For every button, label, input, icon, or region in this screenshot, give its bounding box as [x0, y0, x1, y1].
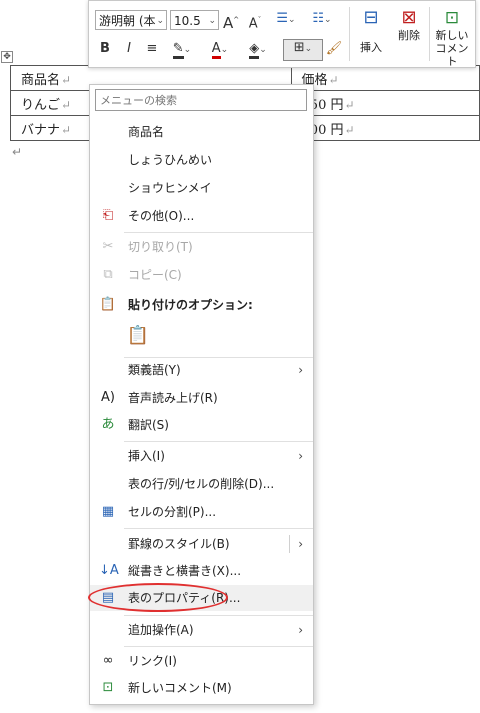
cell-end-mark: ↵ — [61, 97, 72, 112]
insert-table-icon: ⊟ — [363, 7, 379, 28]
table-cell[interactable]: 価格↵ — [290, 65, 480, 91]
menu-separator — [124, 615, 313, 616]
numbering-button[interactable]: ☷⌄ — [307, 11, 337, 28]
chevron-down-icon: ⌄ — [183, 45, 192, 55]
menu-item-paste-options: 📋 貼り付けのオプション: — [99, 297, 253, 312]
new-comment-icon: ⊡ — [444, 8, 460, 28]
menu-item-read-aloud[interactable]: A) 音声読み上げ(R) — [90, 385, 313, 411]
menu-separator — [124, 232, 313, 233]
paint-bucket-icon: ◈ — [249, 41, 260, 59]
menu-item-link[interactable]: ∞ リンク(I) — [90, 648, 313, 674]
annotation-ellipse — [88, 583, 228, 612]
menu-search-input[interactable] — [95, 89, 307, 111]
copy-icon: ⧉ — [103, 267, 113, 282]
chevron-down-icon: ⌄ — [156, 16, 164, 26]
scissors-icon: ✂ — [102, 239, 114, 254]
center-align-button[interactable]: ≡ — [143, 41, 161, 57]
mini-toolbar: 游明朝 (本 ⌄ 10.5 ⌄ A^ Aˇ ☰⌄ ☷⌄ B I ≡ ✎⌄ A⌄ ◈⌄… — [88, 0, 476, 68]
split-cells-icon: ▦ — [101, 504, 115, 519]
read-aloud-icon: A) — [101, 390, 115, 405]
chevron-down-icon: ⌄ — [259, 45, 267, 55]
font-size-select[interactable]: 10.5 ⌄ — [170, 10, 219, 30]
cell-end-mark: ↵ — [344, 97, 355, 112]
borders-icon: ⊞ — [293, 40, 305, 55]
menu-item-other[interactable]: ⎗ その他(O)... — [90, 203, 313, 229]
menu-item-reading-3[interactable]: ショウヒンメイ — [90, 175, 313, 201]
borders-button[interactable]: ⊞⌄ — [283, 39, 323, 61]
translate-icon: あ — [101, 417, 115, 432]
menu-separator — [124, 441, 313, 442]
menu-item-reading-2[interactable]: しょうひんめい — [90, 147, 313, 173]
bullet-list-icon: ☰ — [276, 11, 289, 26]
chevron-down-icon: ⌄ — [208, 16, 216, 26]
menu-item-insert[interactable]: 挿入(I) › — [90, 443, 313, 469]
highlight-color-button[interactable]: ✎⌄ — [167, 41, 197, 59]
cell-end-mark: ↵ — [61, 72, 72, 87]
menu-item-reading-1[interactable]: 商品名 — [90, 119, 313, 145]
table-move-handle[interactable]: ✥ — [1, 51, 13, 63]
paintbrush-icon: 🖌 — [325, 41, 343, 56]
cell-end-mark: ↵ — [328, 72, 339, 87]
caret-up-icon: ^ — [233, 16, 240, 24]
menu-item-text-direction[interactable]: ↓A 縦書きと横書き(X)... — [90, 558, 313, 584]
highlighter-icon: ✎ — [172, 41, 184, 59]
menu-item-new-comment[interactable]: ⊡ 新しいコメント(M) — [90, 675, 313, 701]
menu-separator — [124, 646, 313, 647]
menu-item-translate[interactable]: あ翻訳(S) — [90, 412, 313, 438]
bold-button[interactable]: B — [97, 41, 113, 57]
toolbar-separator — [429, 7, 430, 61]
menu-item-additional-actions[interactable]: 追加操作(A) › — [90, 617, 313, 643]
menu-item-copy[interactable]: ⧉ コピー(C) — [90, 262, 313, 288]
cell-end-mark: ↵ — [61, 122, 72, 137]
font-name-select[interactable]: 游明朝 (本 ⌄ — [95, 10, 167, 30]
paste-keep-format-button[interactable]: 📋 — [126, 323, 150, 349]
format-painter-button[interactable]: 🖌 — [325, 41, 343, 57]
cell-end-mark: ↵ — [344, 122, 355, 137]
menu-item-split-cells[interactable]: ▦ セルの分割(P)... — [90, 499, 313, 525]
context-menu: 商品名 しょうひんめい ショウヒンメイ ⎗その他(O)... ✂切り取り(T) … — [89, 84, 314, 705]
table-cell[interactable]: 100 円↵ — [290, 115, 480, 141]
chevron-down-icon: ⌄ — [220, 45, 229, 55]
grow-font-button[interactable]: A^ — [223, 12, 239, 31]
chevron-right-icon: › — [298, 623, 303, 637]
menu-item-synonyms[interactable]: 類義語(Y) › — [90, 357, 313, 383]
align-center-icon: ≡ — [146, 41, 158, 56]
delete-table-icon: ⊠ — [401, 7, 417, 28]
text-direction-icon: ↓A — [99, 563, 119, 578]
lookup-icon: ⎗ — [102, 208, 114, 223]
font-color-button[interactable]: A⌄ — [205, 41, 235, 59]
split-divider — [289, 535, 290, 553]
table-cell[interactable]: 150 円↵ — [290, 90, 480, 116]
menu-item-delete-cells[interactable]: 表の行/列/セルの削除(D)... — [90, 471, 313, 497]
chevron-down-icon: ⌄ — [324, 15, 332, 25]
chevron-right-icon: › — [298, 537, 303, 551]
numbered-list-icon: ☷ — [312, 11, 325, 26]
caret-down-icon: ˇ — [257, 16, 262, 24]
paste-icon: 📋 — [126, 325, 150, 346]
toolbar-separator — [349, 7, 350, 61]
chevron-right-icon: › — [298, 449, 303, 463]
delete-button[interactable]: ⊠ 削除 — [391, 7, 427, 43]
chevron-down-icon: ⌄ — [304, 44, 313, 54]
italic-button[interactable]: I — [121, 41, 137, 57]
chevron-right-icon: › — [298, 363, 303, 377]
menu-item-border-styles[interactable]: 罫線のスタイル(B) › — [90, 531, 313, 557]
insert-button[interactable]: ⊟ 挿入 — [353, 7, 389, 55]
new-comment-icon: ⊡ — [102, 680, 114, 695]
paste-icon: 📋 — [99, 297, 117, 312]
shrink-font-button[interactable]: Aˇ — [247, 12, 263, 32]
bullets-button[interactable]: ☰⌄ — [271, 11, 301, 28]
paragraph-mark: ↵ — [12, 145, 23, 159]
new-comment-button[interactable]: ⊡ 新しい コメント — [431, 7, 473, 68]
chevron-down-icon: ⌄ — [288, 15, 296, 25]
menu-item-cut[interactable]: ✂ 切り取り(T) — [90, 234, 313, 260]
shading-button[interactable]: ◈⌄ — [243, 41, 273, 59]
link-icon: ∞ — [102, 653, 114, 668]
menu-separator — [124, 528, 313, 529]
